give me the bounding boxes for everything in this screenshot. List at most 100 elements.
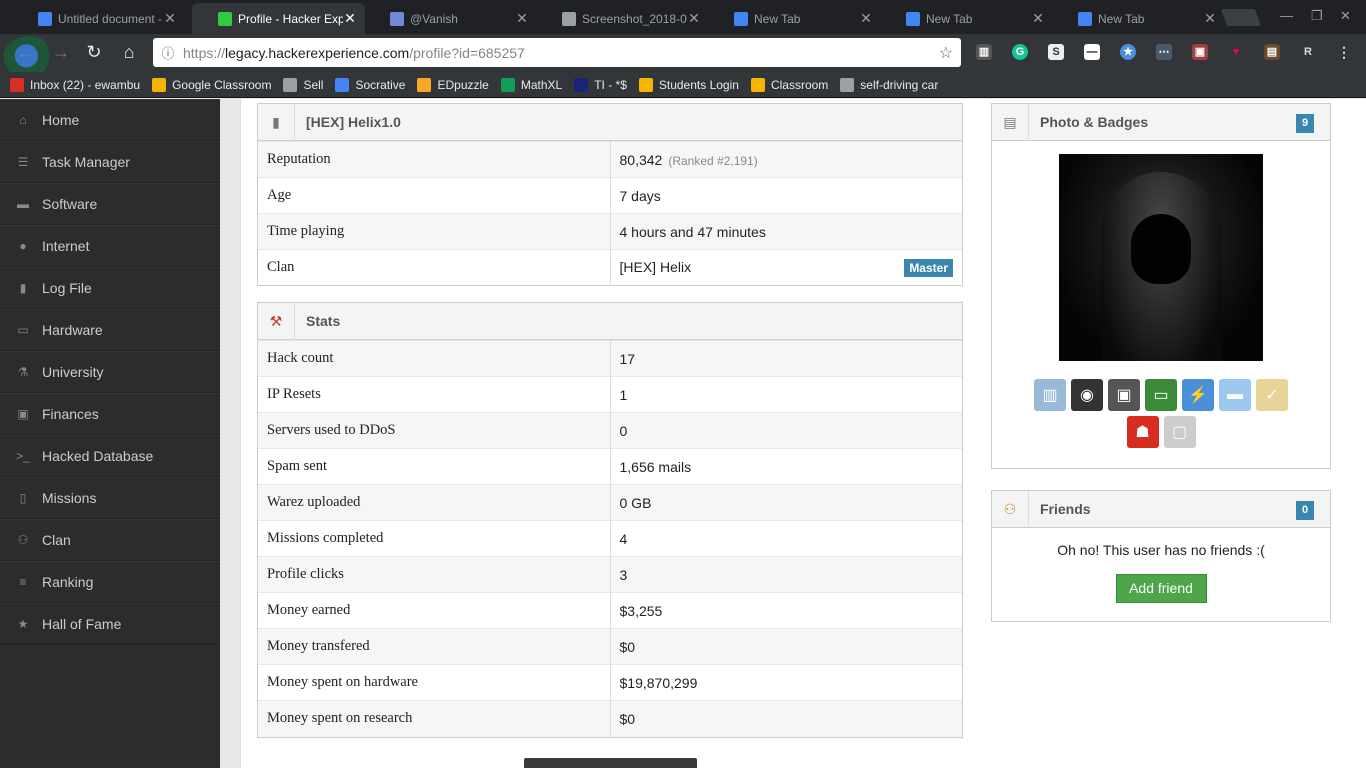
external-hd-badge-icon[interactable]: ▢ bbox=[1163, 416, 1196, 448]
browser-tab[interactable]: New Tab ✕ bbox=[1052, 3, 1225, 34]
sidebar-item-missions[interactable]: ▯ Missions bbox=[0, 477, 220, 519]
stat-value: 1,656 mails bbox=[610, 448, 962, 485]
bookmark-item[interactable]: Sell bbox=[283, 77, 324, 92]
bookmark-label: Inbox (22) - ewambu bbox=[30, 77, 141, 92]
add-friend-button[interactable]: Add friend bbox=[1115, 574, 1207, 603]
dots-extension-icon[interactable]: ⋯ bbox=[1156, 44, 1172, 60]
bookmark-item[interactable]: Socrative bbox=[335, 77, 406, 92]
table-row: Spam sent 1,656 mails bbox=[258, 448, 962, 485]
tab-close-icon[interactable]: ✕ bbox=[1203, 10, 1217, 27]
game-extension-icon[interactable]: ▣ bbox=[1192, 44, 1208, 60]
bookmark-label: Google Classroom bbox=[172, 77, 272, 92]
s-extension-icon[interactable]: S bbox=[1048, 44, 1064, 60]
sidebar-item-university[interactable]: ⚗ University bbox=[0, 351, 220, 393]
clan-role-badge: Master bbox=[904, 258, 953, 277]
table-row: Money spent on hardware $19,870,299 bbox=[258, 664, 962, 701]
url-path: /profile?id=685257 bbox=[409, 44, 525, 61]
browser-tab[interactable]: Profile - Hacker Expe ✕ bbox=[192, 3, 365, 34]
extension-icon[interactable]: ▥ bbox=[976, 44, 992, 60]
tab-close-icon[interactable]: ✕ bbox=[859, 10, 873, 27]
sidebar-item-internet[interactable]: ● Internet bbox=[0, 225, 220, 267]
table-row: Reputation 80,342 (Ranked #2,191) bbox=[258, 141, 962, 178]
bookmark-star-icon[interactable]: ☆ bbox=[939, 43, 953, 63]
browser-tab[interactable]: Screenshot_2018-0 ✕ bbox=[536, 3, 709, 34]
browser-tab[interactable]: New Tab ✕ bbox=[880, 3, 1053, 34]
friends-widget-header: ⚇ Friends 0 bbox=[992, 490, 1330, 528]
bookmark-item[interactable]: Google Classroom bbox=[152, 77, 272, 92]
hard-disk-badge-icon[interactable]: ◉ bbox=[1071, 379, 1103, 411]
bookmark-item[interactable]: Inbox (22) - ewambu bbox=[10, 77, 141, 92]
close-window-icon[interactable]: ✕ bbox=[1340, 8, 1351, 24]
strike-extension-icon[interactable]: — bbox=[1084, 44, 1100, 60]
stat-label: Servers used to DDoS bbox=[258, 412, 611, 449]
star-extension-icon[interactable]: ★ bbox=[1120, 44, 1136, 60]
tab-close-icon[interactable]: ✕ bbox=[163, 10, 177, 27]
stats-table: Hack count 17 IP Resets 1 Servers used to DD… bbox=[258, 340, 962, 737]
sidebar-item-task-manager[interactable]: ☰ Task Manager bbox=[0, 141, 220, 183]
badge-list: ▥ ◉ ▣ ▭ ⚡ ▬ ✓ ☗ ▢ bbox=[1016, 379, 1306, 448]
hood-shadow bbox=[1131, 214, 1191, 284]
tab-title: Untitled document - bbox=[58, 11, 163, 26]
sidebar-item-home[interactable]: ⌂ Home bbox=[0, 99, 220, 141]
bookmark-item[interactable]: self-driving car bbox=[840, 77, 938, 92]
sidebar-item-clan[interactable]: ⚇ Clan bbox=[0, 519, 220, 561]
bookmark-item[interactable]: EDpuzzle bbox=[417, 77, 489, 92]
reload-icon[interactable]: ↻ bbox=[83, 42, 105, 63]
stat-label: Money spent on research bbox=[258, 700, 611, 737]
sidebar-item-hacked-database[interactable]: >_ Hacked Database bbox=[0, 435, 220, 477]
bookmarks-bar: Inbox (22) - ewambu Google Classroom Sell S… bbox=[0, 72, 1366, 98]
progress-badge-icon[interactable]: ▬ bbox=[1219, 379, 1251, 411]
tab-close-icon[interactable]: ✕ bbox=[1031, 10, 1045, 27]
restore-icon[interactable]: ❐ bbox=[1311, 8, 1323, 24]
hero-badge-icon[interactable]: ☗ bbox=[1126, 416, 1159, 448]
bookmark-item[interactable]: Classroom bbox=[750, 77, 829, 92]
pagination-tab[interactable] bbox=[524, 758, 697, 768]
processor-badge-icon[interactable]: ▣ bbox=[1108, 379, 1140, 411]
stat-label: Hack count bbox=[258, 340, 611, 377]
profile-table: Reputation 80,342 (Ranked #2,191) Age 7 days… bbox=[258, 141, 962, 286]
photo-widget-header: ▤ Photo & Badges 9 bbox=[992, 103, 1330, 141]
sidebar-item-hardware[interactable]: ▭ Hardware bbox=[0, 309, 220, 351]
stat-value: $0 bbox=[610, 700, 962, 737]
browser-tab[interactable]: New Tab ✕ bbox=[708, 3, 881, 34]
minimize-icon[interactable]: — bbox=[1280, 8, 1293, 23]
bookmark-label: Classroom bbox=[770, 77, 829, 92]
box-extension-icon[interactable]: ▤ bbox=[1264, 44, 1280, 60]
tab-close-icon[interactable]: ✕ bbox=[687, 10, 701, 27]
stats-tools-icon: ⚒ bbox=[258, 302, 295, 340]
building-icon: ▯ bbox=[19, 491, 27, 505]
browser-tab[interactable]: @Vanish ✕ bbox=[364, 3, 537, 34]
bookmark-label: Students Login bbox=[658, 77, 739, 92]
bookmark-item[interactable]: MathXL bbox=[500, 77, 562, 92]
stat-value: $0 bbox=[610, 628, 962, 665]
sidebar-item-software[interactable]: ▬ Software bbox=[0, 183, 220, 225]
row-value[interactable]: [HEX] Helix bbox=[620, 259, 692, 275]
bookmark-item[interactable]: TI - *$ bbox=[574, 77, 627, 92]
home-icon[interactable]: ⌂ bbox=[118, 42, 140, 63]
site-info-icon[interactable]: ⓘ bbox=[153, 43, 183, 62]
new-tab-button[interactable] bbox=[1220, 9, 1262, 26]
bookmark-label: Socrative bbox=[355, 77, 406, 92]
network-cable-badge-icon[interactable]: ⚡ bbox=[1182, 379, 1214, 411]
tab-title: New Tab bbox=[1098, 11, 1145, 26]
bookmark-item[interactable]: Students Login bbox=[638, 77, 739, 92]
sidebar-item-finances[interactable]: ▣ Finances bbox=[0, 393, 220, 435]
certificate-badge-icon[interactable]: ✓ bbox=[1256, 379, 1288, 411]
server-rack-badge-icon[interactable]: ▥ bbox=[1034, 379, 1066, 411]
grammarly-icon[interactable]: G bbox=[1012, 44, 1028, 60]
rs-extension-icon[interactable]: R bbox=[1300, 44, 1316, 60]
sidebar-item-ranking[interactable]: ≡ Ranking bbox=[0, 561, 220, 603]
book-icon: ▮ bbox=[19, 281, 27, 295]
bookmark-label: Sell bbox=[303, 77, 324, 92]
sidebar-item-log-file[interactable]: ▮ Log File bbox=[0, 267, 220, 309]
sidebar-item-label: Finances bbox=[42, 406, 99, 422]
browser-tab[interactable]: Untitled document - ✕ bbox=[12, 3, 185, 34]
tab-close-icon[interactable]: ✕ bbox=[343, 10, 357, 27]
sidebar-item-hall-of-fame[interactable]: ★ Hall of Fame bbox=[0, 603, 220, 645]
ram-badge-icon[interactable]: ▭ bbox=[1145, 379, 1177, 411]
heart-extension-icon[interactable]: ♥ bbox=[1228, 44, 1244, 60]
tab-close-icon[interactable]: ✕ bbox=[515, 10, 529, 27]
address-bar[interactable]: ⓘ https://legacy.hackerexperience.com/pr… bbox=[153, 38, 961, 67]
row-label: Time playing bbox=[258, 213, 611, 250]
menu-kebab-icon[interactable]: ⋮ bbox=[1336, 44, 1352, 60]
